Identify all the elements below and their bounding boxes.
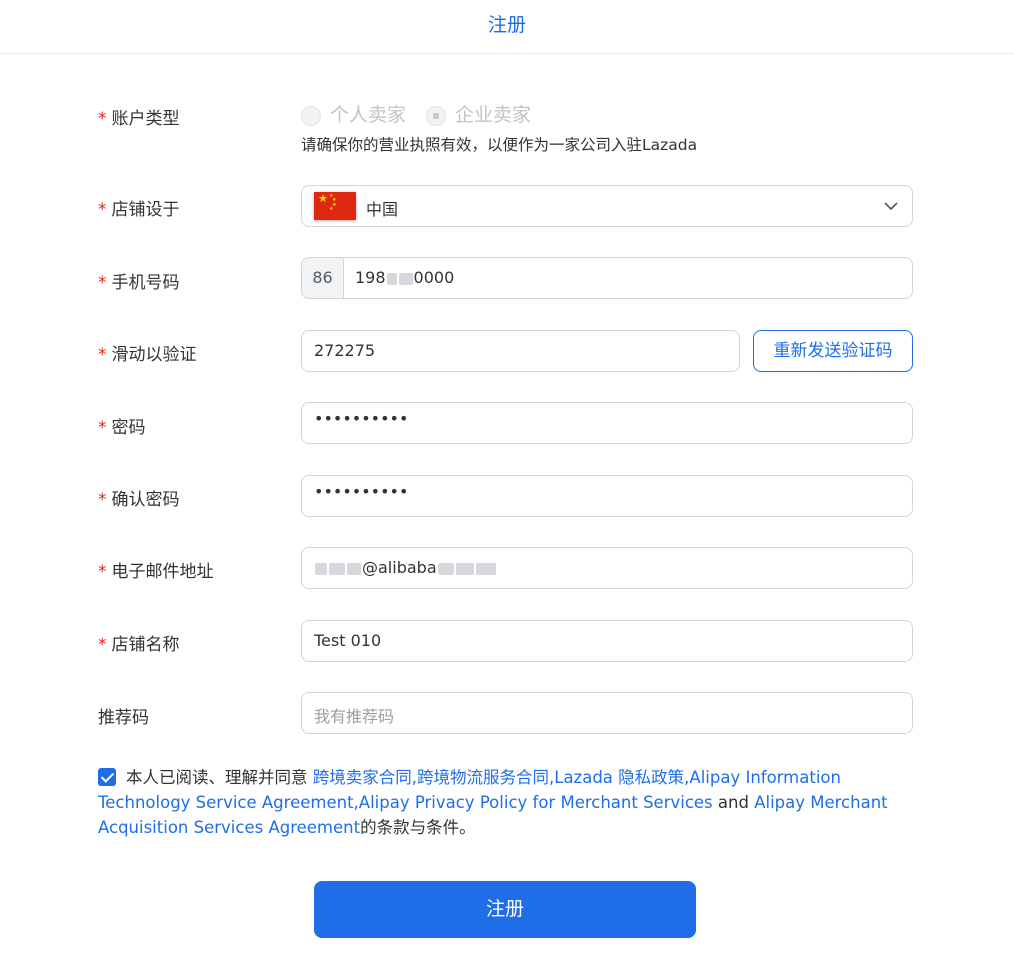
referral-code-input[interactable]: 我有推荐码 bbox=[301, 692, 913, 734]
referral-code-label: 推荐码 bbox=[98, 708, 149, 728]
password-label: * 密码 bbox=[98, 418, 146, 438]
radio-business-seller[interactable]: 企业卖家 bbox=[426, 100, 531, 127]
required-star: * bbox=[98, 635, 107, 655]
radio-circle-checked-icon bbox=[426, 105, 447, 126]
password-input[interactable]: •••••••••• bbox=[301, 402, 913, 444]
store-location-value: 中国 bbox=[366, 200, 399, 219]
redacted-block bbox=[315, 562, 327, 575]
required-star: * bbox=[98, 273, 107, 293]
store-name-label: * 店铺名称 bbox=[98, 635, 180, 655]
password-value: •••••••••• bbox=[314, 409, 409, 428]
redacted-block bbox=[455, 562, 474, 575]
verification-code-value: 272275 bbox=[314, 341, 376, 360]
radio-circle-icon bbox=[301, 105, 321, 126]
email-input[interactable]: @alibaba bbox=[301, 547, 913, 589]
required-star: * bbox=[98, 418, 107, 438]
confirm-password-value: •••••••••• bbox=[314, 482, 409, 501]
confirm-password-label: * 确认密码 bbox=[98, 490, 180, 510]
redacted-block bbox=[329, 562, 345, 575]
china-flag-icon: ★ ★ ★ ★ ★ bbox=[314, 192, 356, 220]
verify-label: * 滑动以验证 bbox=[98, 345, 197, 365]
confirm-password-input[interactable]: •••••••••• bbox=[301, 475, 913, 517]
link-lazada-privacy-policy[interactable]: Lazada 隐私政策, bbox=[554, 768, 689, 787]
email-label: * 电子邮件地址 bbox=[98, 562, 214, 582]
link-alipay-privacy-policy[interactable]: Alipay Privacy Policy for Merchant Servi… bbox=[359, 793, 713, 812]
account-type-label: * 账户类型 bbox=[98, 109, 180, 129]
required-star: * bbox=[98, 490, 107, 510]
resend-code-button[interactable]: 重新发送验证码 bbox=[753, 330, 913, 372]
phone-label: * 手机号码 bbox=[98, 273, 180, 293]
required-star: * bbox=[98, 345, 107, 365]
store-name-value: Test 010 bbox=[314, 631, 382, 650]
agreement-checkbox[interactable] bbox=[98, 768, 116, 786]
link-cross-border-seller-contract[interactable]: 跨境卖家合同, bbox=[313, 768, 417, 787]
phone-value: 198 0000 bbox=[355, 268, 455, 287]
redacted-block bbox=[386, 272, 397, 285]
store-name-input[interactable]: Test 010 bbox=[301, 620, 913, 662]
redacted-block bbox=[398, 272, 413, 285]
phone-input[interactable]: 86 198 0000 bbox=[301, 257, 913, 299]
referral-code-placeholder: 我有推荐码 bbox=[314, 707, 395, 726]
redacted-block bbox=[475, 562, 496, 575]
store-location-select[interactable]: ★ ★ ★ ★ ★ 中国 bbox=[301, 185, 913, 227]
header-bar: 注册 bbox=[0, 0, 1014, 54]
store-location-label: * 店铺设于 bbox=[98, 200, 180, 220]
required-star: * bbox=[98, 562, 107, 582]
redacted-block bbox=[347, 562, 361, 575]
agreement-text: 本人已阅读、理解并同意 跨境卖家合同,跨境物流服务合同,Lazada 隐私政策,… bbox=[98, 768, 888, 837]
account-type-hint: 请确保你的营业执照有效，以便作为一家公司入驻Lazada bbox=[301, 136, 698, 154]
link-logistics-service-contract[interactable]: 跨境物流服务合同, bbox=[417, 768, 554, 787]
required-star: * bbox=[98, 200, 107, 220]
account-type-radio-group: 个人卖家 企业卖家 bbox=[301, 100, 531, 127]
redacted-block bbox=[437, 562, 454, 575]
required-star: * bbox=[98, 109, 107, 129]
country-code-prefix: 86 bbox=[302, 258, 344, 298]
register-submit-button[interactable]: 注册 bbox=[314, 881, 696, 938]
page-title: 注册 bbox=[487, 14, 526, 36]
email-value: @alibaba bbox=[314, 558, 497, 577]
verification-code-input[interactable]: 272275 bbox=[301, 330, 740, 372]
chevron-down-icon bbox=[884, 202, 898, 211]
radio-individual-seller[interactable]: 个人卖家 bbox=[301, 100, 406, 127]
